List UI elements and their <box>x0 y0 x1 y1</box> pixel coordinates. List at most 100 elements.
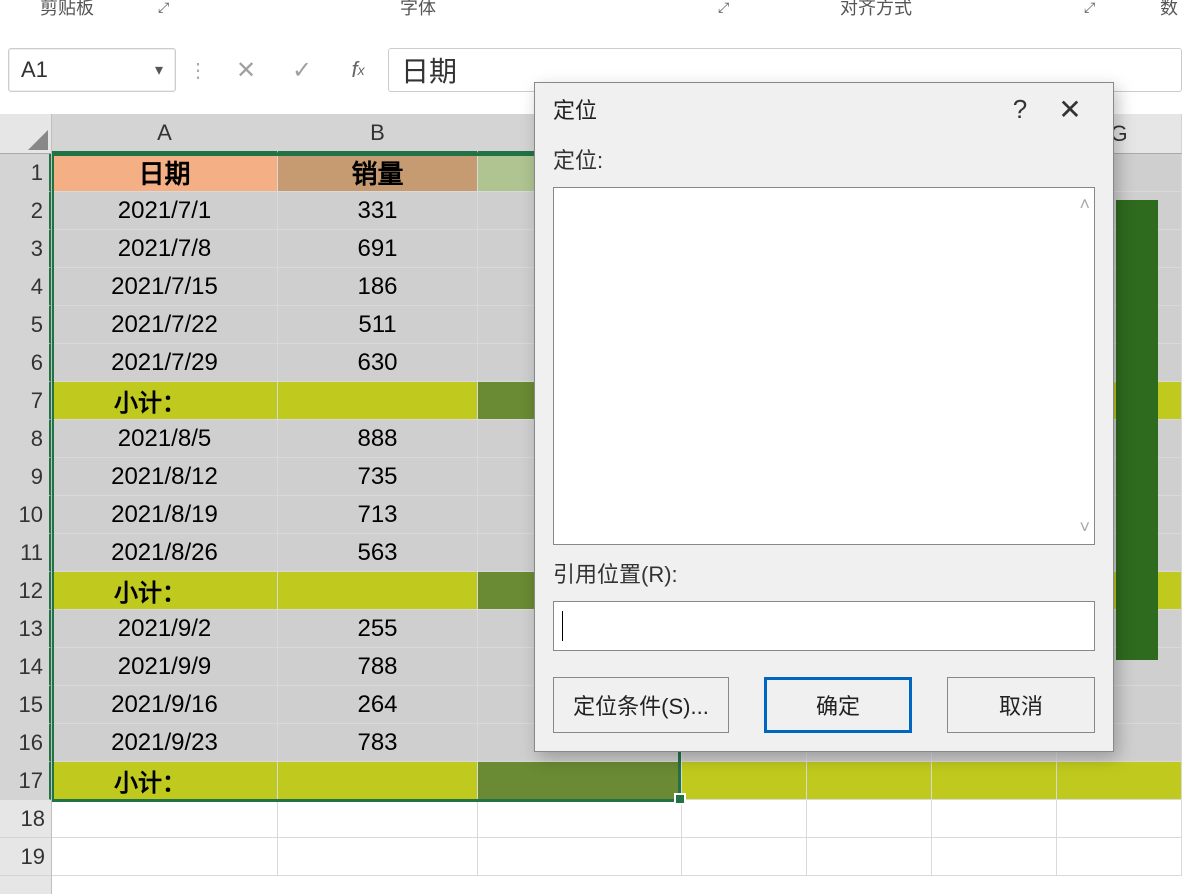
cell[interactable]: 735 <box>278 458 478 496</box>
cancel-button[interactable]: ✕ <box>220 48 272 92</box>
cell[interactable] <box>52 800 278 838</box>
cell[interactable] <box>682 838 807 876</box>
cell[interactable]: 888 <box>278 420 478 458</box>
name-box-value: A1 <box>21 57 48 83</box>
cell[interactable]: 331 <box>278 192 478 230</box>
row-header-11[interactable]: 11 <box>0 534 51 572</box>
row-header-7[interactable]: 7 <box>0 382 51 420</box>
cell[interactable] <box>682 762 807 800</box>
table-row: 小计： <box>52 762 1182 800</box>
cell[interactable]: 销量 <box>278 154 478 192</box>
cell[interactable] <box>478 800 682 838</box>
cell[interactable]: 2021/7/29 <box>52 344 278 382</box>
column-header-A[interactable]: A <box>52 114 278 153</box>
cell[interactable]: 2021/8/19 <box>52 496 278 534</box>
cell[interactable]: 小计： <box>52 762 278 800</box>
cell[interactable]: 713 <box>278 496 478 534</box>
scroll-up-icon[interactable]: ˄ <box>1079 194 1090 215</box>
row-header-15[interactable]: 15 <box>0 686 51 724</box>
cell[interactable]: 小计： <box>52 572 278 610</box>
goto-list[interactable]: ˄ ˅ <box>553 187 1095 545</box>
row-header-19[interactable]: 19 <box>0 838 51 876</box>
confirm-button[interactable]: ✓ <box>276 48 328 92</box>
row-header-9[interactable]: 9 <box>0 458 51 496</box>
dialog-titlebar: 定位 ? ✕ <box>535 83 1113 135</box>
cell[interactable] <box>52 838 278 876</box>
row-header-6[interactable]: 6 <box>0 344 51 382</box>
cell[interactable]: 2021/9/16 <box>52 686 278 724</box>
dialog-buttons: 定位条件(S)... 确定 取消 <box>553 677 1095 733</box>
cell[interactable]: 563 <box>278 534 478 572</box>
row-header-5[interactable]: 5 <box>0 306 51 344</box>
cell[interactable]: 日期 <box>52 154 278 192</box>
cell[interactable] <box>807 838 932 876</box>
cell[interactable] <box>478 762 682 800</box>
cell[interactable]: 2021/7/15 <box>52 268 278 306</box>
cell[interactable] <box>807 800 932 838</box>
cell[interactable] <box>278 800 478 838</box>
cell[interactable]: 2021/7/1 <box>52 192 278 230</box>
cancel-button[interactable]: 取消 <box>947 677 1095 733</box>
goto-list-label: 定位: <box>553 143 1095 175</box>
row-header-18[interactable]: 18 <box>0 800 51 838</box>
ok-button[interactable]: 确定 <box>764 677 912 733</box>
cell[interactable] <box>1057 800 1182 838</box>
cell[interactable]: 2021/7/8 <box>52 230 278 268</box>
column-header-B[interactable]: B <box>278 114 478 153</box>
cell[interactable]: 186 <box>278 268 478 306</box>
cell[interactable] <box>278 838 478 876</box>
row-header-10[interactable]: 10 <box>0 496 51 534</box>
row-headers: 12345678910111213141516171819 <box>0 114 52 894</box>
cell[interactable]: 2021/9/23 <box>52 724 278 762</box>
cell[interactable]: 2021/8/12 <box>52 458 278 496</box>
cell[interactable] <box>932 800 1057 838</box>
select-all-corner[interactable] <box>0 114 51 154</box>
row-header-3[interactable]: 3 <box>0 230 51 268</box>
special-button[interactable]: 定位条件(S)... <box>553 677 729 733</box>
row-header-12[interactable]: 12 <box>0 572 51 610</box>
formula-content: 日期 <box>401 50 457 90</box>
name-box[interactable]: A1 ▾ <box>8 48 176 92</box>
scroll-down-icon[interactable]: ˅ <box>1079 517 1090 538</box>
cell[interactable] <box>1057 762 1182 800</box>
cell[interactable] <box>1057 838 1182 876</box>
row-header-2[interactable]: 2 <box>0 192 51 230</box>
row-header-4[interactable]: 4 <box>0 268 51 306</box>
cell[interactable] <box>278 572 478 610</box>
help-button[interactable]: ? <box>995 88 1045 130</box>
cell[interactable] <box>932 762 1057 800</box>
cell[interactable]: 255 <box>278 610 478 648</box>
cell[interactable] <box>278 382 478 420</box>
row-header-14[interactable]: 14 <box>0 648 51 686</box>
cell[interactable]: 264 <box>278 686 478 724</box>
dialog-body: 定位: ˄ ˅ 引用位置(R): 定位条件(S)... 确定 取消 <box>535 135 1113 751</box>
cancel-icon: ✕ <box>236 56 256 85</box>
cell[interactable]: 511 <box>278 306 478 344</box>
cell[interactable] <box>478 838 682 876</box>
cell[interactable] <box>807 762 932 800</box>
cell[interactable] <box>278 762 478 800</box>
row-header-16[interactable]: 16 <box>0 724 51 762</box>
separator: ⋮ <box>180 58 216 83</box>
cell[interactable]: 2021/9/9 <box>52 648 278 686</box>
cell[interactable]: 2021/9/2 <box>52 610 278 648</box>
cell[interactable] <box>932 838 1057 876</box>
fx-button[interactable]: fx <box>332 48 384 92</box>
cell[interactable]: 691 <box>278 230 478 268</box>
cell[interactable]: 2021/7/22 <box>52 306 278 344</box>
cell[interactable] <box>682 800 807 838</box>
cell[interactable]: 2021/8/26 <box>52 534 278 572</box>
row-header-1[interactable]: 1 <box>0 154 51 192</box>
row-header-8[interactable]: 8 <box>0 420 51 458</box>
close-button[interactable]: ✕ <box>1045 88 1095 130</box>
reference-input[interactable] <box>553 601 1095 651</box>
cell[interactable]: 788 <box>278 648 478 686</box>
cell[interactable]: 2021/8/5 <box>52 420 278 458</box>
cell[interactable]: 630 <box>278 344 478 382</box>
row-header-13[interactable]: 13 <box>0 610 51 648</box>
goto-dialog: 定位 ? ✕ 定位: ˄ ˅ 引用位置(R): 定位条件(S)... 确定 取消 <box>534 82 1114 752</box>
cell[interactable]: 783 <box>278 724 478 762</box>
cell[interactable]: 小计： <box>52 382 278 420</box>
chevron-down-icon[interactable]: ▾ <box>155 60 163 80</box>
row-header-17[interactable]: 17 <box>0 762 51 800</box>
